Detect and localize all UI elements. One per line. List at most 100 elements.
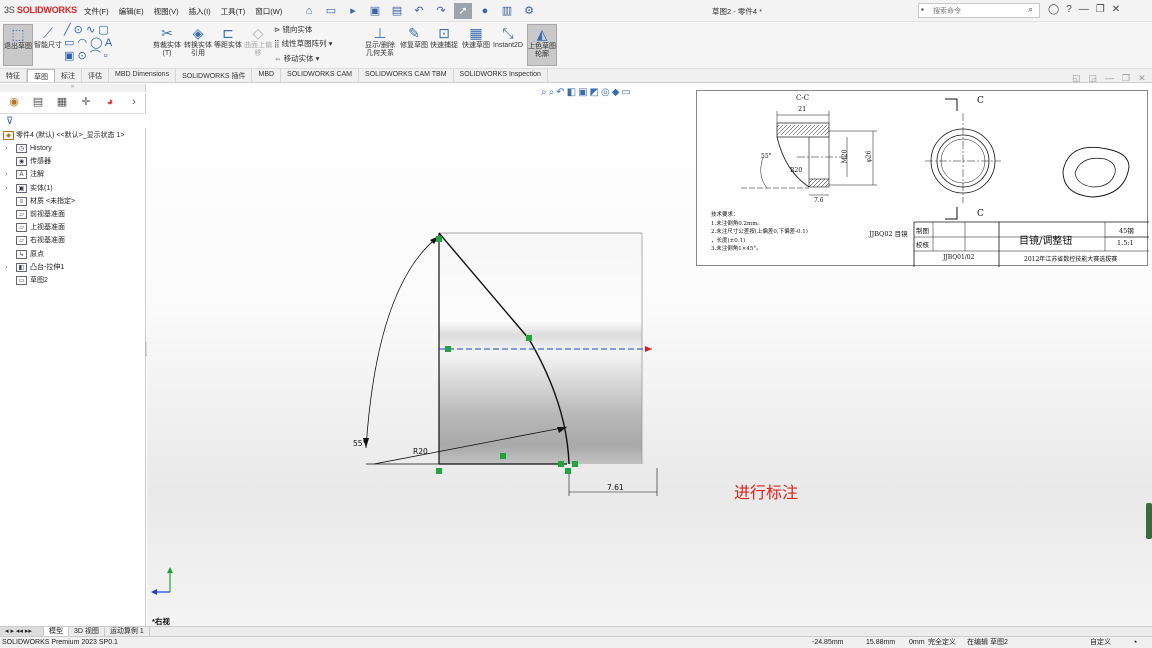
viewport-tile-icon[interactable]: ◲: [1089, 73, 1098, 84]
tab-features[interactable]: 特征: [0, 69, 27, 82]
trim-button[interactable]: ✂ 剪裁实体(T): [153, 24, 181, 58]
tab-addins[interactable]: SOLIDWORKS 插件: [176, 69, 253, 82]
mirror-button[interactable]: ⊳ 镜向实体: [274, 24, 312, 35]
quick-snaps-button[interactable]: ⊡ 快速捕捉: [430, 24, 458, 50]
hide-show-icon[interactable]: ◎: [601, 87, 610, 98]
tab-markup[interactable]: 标注: [55, 69, 82, 82]
ref-tech-notes: 技术要求： 1.未注倒角0.2mm。 2.未注尺寸公差按(上偏差0,下偏差-0.…: [711, 212, 808, 252]
linear-pattern-button[interactable]: ⣿ 线性草图阵列 ▾: [274, 38, 332, 49]
tab-motion-study[interactable]: 运动算例 1: [105, 627, 150, 636]
reference-drawing-image[interactable]: C-C 21 55° R20 M20 φ26 7.6 C C 技术要求： 1.未…: [696, 90, 1149, 267]
file-properties-icon[interactable]: ▥: [498, 3, 516, 19]
offset-on-surface-button[interactable]: ◇ 曲面上偏移: [244, 24, 272, 58]
coincident-marker-icon[interactable]: [572, 461, 578, 467]
search-input[interactable]: ▪ 搜索命令 ⌕: [918, 3, 1040, 18]
save-icon[interactable]: ▣: [366, 3, 384, 19]
endpoint-marker-icon[interactable]: [436, 236, 442, 242]
menu-file[interactable]: 文件(F): [84, 6, 109, 17]
tab-inspection[interactable]: SOLIDWORKS Inspection: [454, 69, 548, 82]
undo-icon[interactable]: ↶: [410, 3, 428, 19]
tab-cam-tbm[interactable]: SOLIDWORKS CAM TBM: [359, 69, 454, 82]
select-arrow-icon[interactable]: ➚: [454, 3, 472, 19]
coincident-marker-icon[interactable]: [558, 461, 564, 467]
restore-icon[interactable]: ❐: [1096, 4, 1105, 15]
tab-mbd[interactable]: MBD: [252, 69, 282, 82]
smart-dimension-button[interactable]: ⟋ 智能尺寸: [34, 24, 62, 50]
print-icon[interactable]: ▤: [388, 3, 406, 19]
filter-icon[interactable]: ⊽: [6, 116, 13, 127]
tab-3d-views[interactable]: 3D 视图: [69, 627, 105, 636]
expand-arrow-icon[interactable]: ›: [5, 183, 11, 195]
tab-mbd-dimensions[interactable]: MBD Dimensions: [109, 69, 177, 82]
more-tabs-icon[interactable]: ›: [124, 94, 144, 110]
dimxpert-icon[interactable]: ✛: [76, 94, 96, 110]
tab-sketch[interactable]: 草图: [27, 69, 55, 82]
new-document-icon[interactable]: ▭: [322, 3, 340, 19]
tangent-marker-icon[interactable]: [526, 335, 532, 341]
midpoint-marker-icon[interactable]: [445, 346, 451, 352]
viewport-maximize-icon[interactable]: ❐: [1122, 73, 1130, 84]
appearance-icon[interactable]: ◆: [612, 87, 620, 98]
section-view-icon[interactable]: ◧: [567, 87, 576, 98]
display-manager-icon[interactable]: ◕: [100, 94, 120, 110]
rebuild-icon[interactable]: ●: [476, 3, 494, 19]
ref-dim-angle: 55°: [761, 153, 772, 160]
radius-dimension-label[interactable]: R20: [413, 447, 428, 456]
zoom-fit-icon[interactable]: ⌕: [541, 87, 547, 98]
expand-arrow-icon[interactable]: ›: [5, 262, 11, 274]
status-units[interactable]: 自定义: [1090, 637, 1111, 648]
property-manager-icon[interactable]: ▤: [28, 94, 48, 110]
menu-insert[interactable]: 插入(I): [189, 6, 211, 17]
user-icon[interactable]: ◯: [1048, 4, 1059, 15]
minimize-icon[interactable]: —: [1079, 4, 1089, 15]
document-title: 草图2 - 零件4 *: [712, 7, 763, 16]
move-entities-button[interactable]: ⇔ 移动实体 ▾: [274, 53, 319, 64]
sketch-entity-tools[interactable]: ╱ ⊙ ∿ ▢ ▭ ◠ ◯ A ▣ ⊙ ⌒ ▫: [64, 24, 154, 64]
menu-tools[interactable]: 工具(T): [221, 6, 246, 17]
shaded-sketch-contours-button[interactable]: ◭ 上色草图轮廓: [527, 24, 557, 66]
display-style-icon[interactable]: ◩: [590, 87, 599, 98]
horizontal-relation-icon[interactable]: [500, 453, 506, 459]
angle-dimension-label[interactable]: 55°: [353, 439, 367, 448]
options-gear-icon[interactable]: ⚙: [520, 3, 538, 19]
offset-entities-button[interactable]: ⊏ 等距实体: [214, 24, 242, 50]
help-icon[interactable]: ?: [1066, 4, 1072, 15]
panel-grip[interactable]: »: [0, 84, 146, 92]
viewport-close-icon[interactable]: ✕: [1138, 73, 1146, 84]
tab-cam[interactable]: SOLIDWORKS CAM: [281, 69, 359, 82]
close-icon[interactable]: ✕: [1112, 4, 1120, 15]
status-help-icon[interactable]: ◔: [1132, 637, 1137, 648]
tab-model[interactable]: 模型: [44, 627, 69, 636]
expand-arrow-icon[interactable]: ›: [5, 143, 11, 155]
scene-icon[interactable]: ▭: [621, 87, 630, 98]
open-icon[interactable]: ▸: [344, 3, 362, 19]
zoom-area-icon[interactable]: ⌕: [549, 87, 555, 98]
tab-evaluate[interactable]: 评估: [82, 69, 109, 82]
instant2d-button[interactable]: ⤡ Instant2D: [492, 24, 524, 50]
configuration-manager-icon[interactable]: ▦: [52, 94, 72, 110]
feature-manager-icon[interactable]: ◉: [4, 94, 24, 110]
length-dimension-label[interactable]: 7.61: [607, 483, 624, 492]
home-icon[interactable]: ⌂: [300, 3, 318, 19]
endpoint-marker-icon[interactable]: [565, 468, 571, 474]
menu-window[interactable]: 窗口(W): [255, 6, 282, 17]
menu-view[interactable]: 视图(V): [154, 6, 179, 17]
task-pane-handle[interactable]: [1146, 503, 1152, 539]
repair-sketch-button[interactable]: ✎ 修复草图: [400, 24, 428, 50]
display-delete-relations-button[interactable]: ⊥ 显示/删除几何关系: [362, 24, 398, 58]
convert-entities-button[interactable]: ◈ 转换实体引用: [184, 24, 212, 58]
tab-scroll-arrows[interactable]: ◂ ▸ ◂◂ ▸▸: [0, 627, 44, 636]
previous-view-icon[interactable]: ↶: [556, 87, 564, 98]
exit-sketch-button[interactable]: ⬚ 退出草图: [3, 24, 33, 66]
main-menu: 文件(F) 编辑(E) 视图(V) 插入(I) 工具(T) 窗口(W): [84, 6, 282, 17]
vertical-relation-icon[interactable]: [436, 468, 442, 474]
rapid-sketch-button[interactable]: ▦ 快速草图: [462, 24, 490, 50]
expand-arrow-icon[interactable]: ›: [5, 169, 11, 181]
search-icon[interactable]: ⌕: [1028, 4, 1033, 15]
redo-icon[interactable]: ↷: [432, 3, 450, 19]
plane-icon: ▱: [16, 223, 27, 233]
menu-edit[interactable]: 编辑(E): [119, 6, 144, 17]
viewport-restore-icon[interactable]: ◱: [1072, 73, 1081, 84]
view-orientation-icon[interactable]: ▣: [578, 87, 587, 98]
viewport-minimize-icon[interactable]: —: [1105, 73, 1114, 84]
